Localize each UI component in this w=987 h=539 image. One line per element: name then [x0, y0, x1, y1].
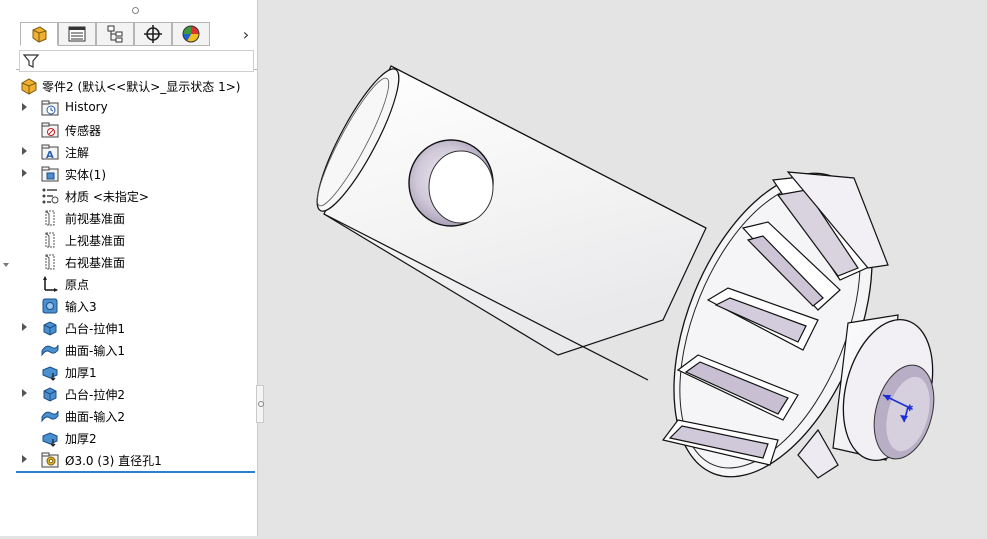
display-manager-icon — [182, 25, 200, 43]
tree-item[interactable]: 右视基准面 — [16, 251, 257, 273]
feature-manager-icon — [32, 26, 47, 43]
collapse-arrow-icon[interactable] — [3, 263, 9, 267]
boss-extrude-icon — [43, 321, 57, 336]
expand-arrow-icon[interactable] — [22, 455, 27, 463]
tree-item-label: 曲面-输入1 — [65, 344, 125, 358]
part-model-view[interactable]: ✱ — [258, 0, 987, 536]
tree-item-label: 凸台-拉伸2 — [65, 388, 125, 402]
tree-item[interactable]: History — [16, 97, 257, 119]
tree-item-label: 凸台-拉伸1 — [65, 322, 125, 336]
thicken-icon — [42, 366, 58, 381]
tree-item-label: 原点 — [65, 278, 90, 292]
tree-item[interactable]: 上视基准面 — [16, 229, 257, 251]
tree-item-label: 上视基准面 — [65, 234, 126, 248]
tree-item-label: History — [65, 100, 108, 114]
tree-item-label: 加厚2 — [65, 432, 97, 446]
boss-extrude-icon — [43, 387, 57, 402]
hub — [832, 314, 935, 462]
tree-item[interactable]: 曲面-输入2 — [16, 405, 257, 427]
svg-text:A: A — [46, 150, 54, 161]
tree-item[interactable]: 原点 — [16, 273, 257, 295]
panel-splitter[interactable] — [256, 385, 264, 423]
property-manager-icon — [68, 26, 86, 42]
shaft — [316, 65, 707, 381]
part-icon — [21, 78, 37, 95]
expand-arrow-icon[interactable] — [22, 103, 27, 111]
tree-item-label: 传感器 — [65, 124, 102, 138]
svg-text:✱: ✱ — [906, 404, 914, 414]
hole-wizard-icon — [41, 452, 59, 468]
grip-dot-icon — [132, 7, 139, 14]
tree-item[interactable]: 凸台-拉伸1 — [16, 317, 257, 339]
crosshair-icon — [144, 25, 162, 43]
tab-configuration-manager[interactable] — [96, 22, 134, 46]
tree-item[interactable]: 凸台-拉伸2 — [16, 383, 257, 405]
left-task-strip — [0, 0, 17, 536]
tree-root-label: 零件2 (默认<<默认>_显示状态 1>) — [42, 80, 241, 94]
expand-arrow-icon[interactable] — [22, 147, 27, 155]
panel-tabs: › — [16, 22, 257, 70]
tree-item[interactable]: 加厚1 — [16, 361, 257, 383]
tree-item-label: Ø3.0 (3) 直径孔1 — [65, 454, 162, 468]
tree-filter-field[interactable] — [19, 50, 254, 72]
splitter-dot-icon — [258, 401, 264, 407]
tabs-overflow-button[interactable]: › — [236, 24, 256, 46]
tree-item-label: 注解 — [65, 146, 90, 160]
feature-manager-panel: › 零件2 (默认<<默认>_显示状态 1>) History 传感器 A 注解实体(… — [16, 0, 258, 536]
plane-icon — [45, 210, 55, 226]
tree-item-label: 曲面-输入2 — [65, 410, 125, 424]
tree-item[interactable]: 前视基准面 — [16, 207, 257, 229]
tree-item[interactable]: 传感器 — [16, 119, 257, 141]
tree-item-label: 加厚1 — [65, 366, 97, 380]
tab-dimxpert-manager[interactable] — [134, 22, 172, 46]
tree-item-label: 右视基准面 — [65, 256, 126, 270]
tree-item[interactable]: Ø3.0 (3) 直径孔1 — [16, 449, 257, 471]
tree-item[interactable]: 加厚2 — [16, 427, 257, 449]
panel-grip[interactable] — [16, 0, 257, 20]
imported-surface-icon — [41, 344, 59, 357]
plane-icon — [45, 232, 55, 248]
tree-item[interactable]: 输入3 — [16, 295, 257, 317]
tree-item-label: 实体(1) — [65, 168, 106, 182]
origin-icon — [43, 276, 58, 292]
tree-root-part[interactable]: 零件2 (默认<<默认>_显示状态 1>) — [16, 75, 257, 97]
tab-feature-manager[interactable] — [20, 22, 58, 46]
material-icon — [42, 188, 59, 204]
tree-item-label: 输入3 — [65, 300, 97, 314]
solid-bodies-folder-icon — [41, 166, 59, 182]
history-folder-icon — [41, 100, 59, 116]
cross-hole — [408, 139, 494, 227]
annotations-folder-icon: A — [41, 144, 59, 161]
thicken-icon — [42, 432, 58, 447]
plane-icon — [45, 254, 55, 270]
filter-funnel-icon[interactable] — [23, 53, 39, 69]
graphics-area[interactable]: ✱ — [258, 0, 987, 536]
tree-item-label: 前视基准面 — [65, 212, 126, 226]
expand-arrow-icon[interactable] — [22, 389, 27, 397]
tab-property-manager[interactable] — [58, 22, 96, 46]
tree-item[interactable]: A 注解 — [16, 141, 257, 163]
rollback-bar[interactable] — [16, 471, 255, 473]
tree-item[interactable]: 实体(1) — [16, 163, 257, 185]
tree-item-label: 材质 <未指定> — [65, 190, 149, 204]
tree-item[interactable]: 材质 <未指定> — [16, 185, 257, 207]
tree-item[interactable]: 曲面-输入1 — [16, 339, 257, 361]
expand-arrow-icon[interactable] — [22, 323, 27, 331]
imported-body-icon — [42, 298, 58, 314]
tab-display-manager[interactable] — [172, 22, 210, 46]
sensors-folder-icon — [41, 122, 59, 138]
imported-surface-icon — [41, 410, 59, 423]
expand-arrow-icon[interactable] — [22, 169, 27, 177]
configuration-manager-icon — [107, 25, 123, 43]
